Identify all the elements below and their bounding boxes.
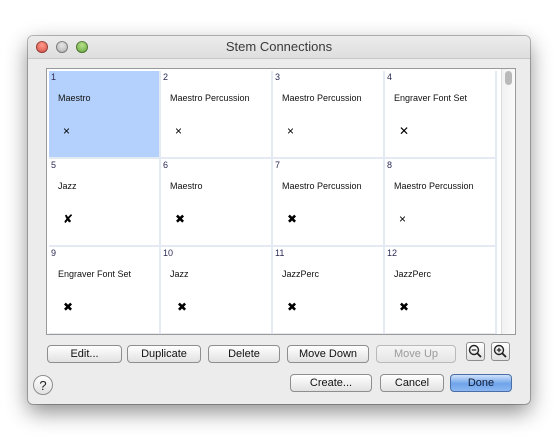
window-title: Stem Connections [225,39,333,54]
stem-connection-glyph: ✖ [399,300,410,314]
stem-cell[interactable]: 11 JazzPerc ✖ [273,247,385,334]
delete-button[interactable]: Delete [208,345,280,363]
stem-cell[interactable]: 6 Maestro ✖ [161,159,273,247]
cell-number: 2 [163,72,169,82]
cell-font-label: Maestro Percussion [282,93,362,103]
cell-font-label: Maestro [58,93,91,103]
zoom-in-icon [493,344,507,358]
cell-font-label: Jazz [170,269,189,279]
cell-number: 5 [51,160,57,170]
cell-font-label: Engraver Font Set [394,93,468,103]
stem-cell[interactable]: 1 Maestro × [49,71,161,159]
edit-button[interactable]: Edit... [47,345,122,363]
cell-font-label: Maestro Percussion [394,181,474,191]
stem-connection-glyph: ✘ [63,212,74,226]
stem-connections-dialog: Stem Connections 1 Maestro × 2 Maestro Percu… [28,36,530,404]
stem-cell[interactable]: 10 Jazz ✖ [161,247,273,334]
stem-connection-glyph: ✖ [63,300,74,314]
cell-number: 9 [51,248,57,258]
stem-connection-glyph: × [63,124,71,138]
duplicate-button[interactable]: Duplicate [127,345,201,363]
stem-connection-glyph: × [287,124,295,138]
cell-number: 3 [275,72,281,82]
done-button[interactable]: Done [450,374,512,392]
stem-connection-glyph: ✕ [399,124,410,138]
cell-font-label: JazzPerc [394,269,432,279]
stem-connection-glyph: × [399,212,407,226]
cancel-button[interactable]: Cancel [380,374,444,392]
stem-cell[interactable]: 5 Jazz ✘ [49,159,161,247]
zoom-out-icon [468,344,482,358]
cell-number: 12 [387,248,398,258]
stem-connection-glyph: ✖ [175,212,186,226]
stem-connection-glyph: ✖ [177,300,188,314]
move-down-button[interactable]: Move Down [287,345,369,363]
cell-font-label: Maestro Percussion [282,181,362,191]
title-bar: Stem Connections [28,36,530,59]
stem-connection-glyph: ✖ [287,300,298,314]
cell-font-label: Maestro [170,181,203,191]
scrollbar-thumb[interactable] [505,71,512,85]
stem-connection-glyph: × [175,124,183,138]
help-button[interactable]: ? [33,375,53,395]
vertical-scrollbar[interactable] [501,69,515,334]
create-button[interactable]: Create... [290,374,372,392]
cell-number: 8 [387,160,393,170]
cell-number: 4 [387,72,393,82]
move-up-button[interactable]: Move Up [376,345,456,363]
stem-cell-list: 1 Maestro × 2 Maestro Percussion × 3 Maestro Pe… [49,71,499,334]
cell-font-label: JazzPerc [282,269,320,279]
cell-number: 6 [163,160,169,170]
stem-grid: 1 Maestro × 2 Maestro Percussion × 3 Maestro Pe… [46,68,516,335]
stem-cell[interactable]: 7 Maestro Percussion ✖ [273,159,385,247]
cell-font-label: Engraver Font Set [58,269,132,279]
stem-cell[interactable]: 8 Maestro Percussion × [385,159,497,247]
zoom-out-button[interactable] [466,342,485,361]
stem-connection-glyph: ✖ [287,212,298,226]
cell-font-label: Jazz [58,181,77,191]
cell-number: 11 [275,248,285,258]
stem-cell[interactable]: 12 JazzPerc ✖ [385,247,497,334]
cell-number: 7 [275,160,281,170]
cell-number: 1 [51,72,57,82]
cell-number: 10 [163,248,174,258]
zoom-in-button[interactable] [491,342,510,361]
stem-cell[interactable]: 9 Engraver Font Set ✖ [49,247,161,334]
cell-font-label: Maestro Percussion [170,93,250,103]
stem-cell[interactable]: 4 Engraver Font Set ✕ [385,71,497,159]
stem-cell[interactable]: 3 Maestro Percussion × [273,71,385,159]
stem-cell[interactable]: 2 Maestro Percussion × [161,71,273,159]
